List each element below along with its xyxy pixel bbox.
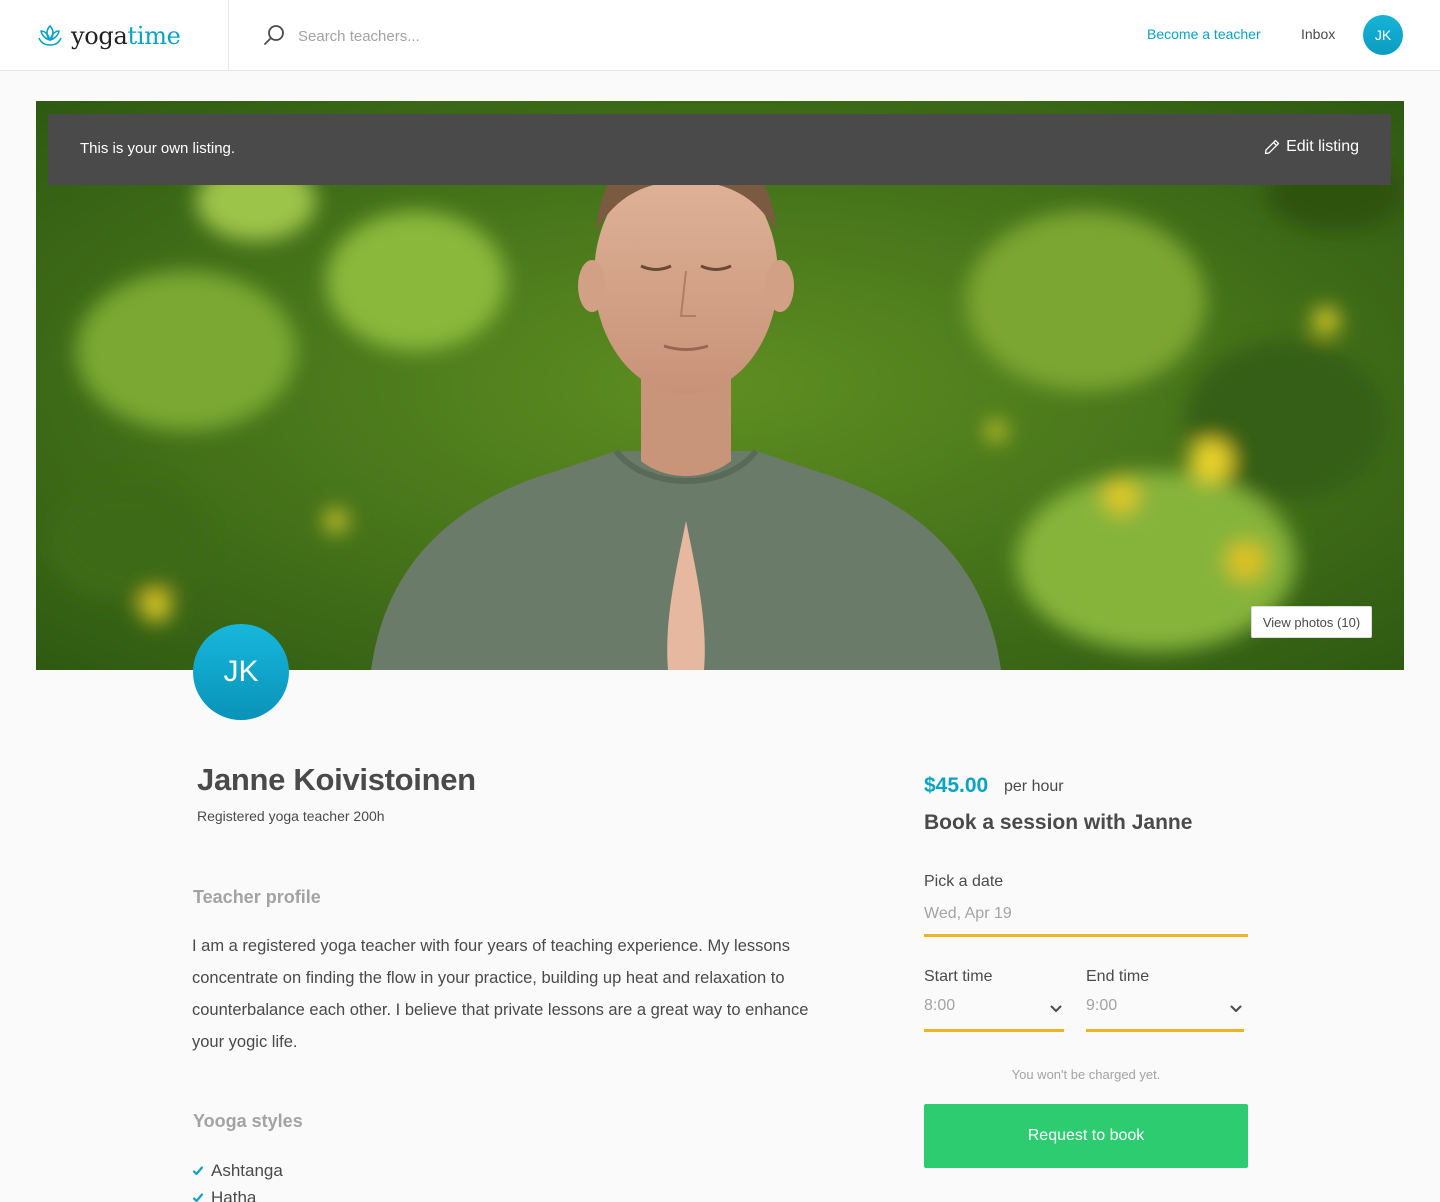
teacher-description: I am a registered yoga teacher with four… [192, 937, 809, 1051]
style-label: Ashtanga [211, 1160, 283, 1180]
end-time-label: End time [1086, 968, 1150, 985]
end-time-select[interactable]: 9:00 [1086, 997, 1244, 1032]
check-icon [192, 1192, 204, 1202]
chevron-down-icon [1230, 1005, 1242, 1012]
chevron-down-icon [1050, 1005, 1062, 1012]
hero-photo [36, 101, 1404, 670]
pencil-icon [1264, 139, 1280, 155]
search-input[interactable] [298, 22, 798, 50]
list-item: Hatha [192, 1184, 283, 1202]
charge-note: You won't be charged yet. [1011, 1067, 1161, 1082]
list-item: Ashtanga [192, 1157, 283, 1184]
top-bar: yogatime Become a teacher Inbox JK [0, 0, 1440, 71]
edit-listing-link[interactable]: Edit listing [1264, 138, 1359, 156]
teacher-avatar: JK [193, 624, 289, 720]
date-input[interactable]: Wed, Apr 19 [924, 900, 1248, 937]
request-to-book-button[interactable]: Request to book [924, 1104, 1248, 1168]
yoga-styles-list: Ashtanga Hatha [192, 1157, 283, 1202]
edit-listing-label: Edit listing [1286, 138, 1359, 155]
start-time-value: 8:00 [924, 997, 956, 1014]
start-time-label: Start time [924, 968, 993, 985]
price: $45.00 [924, 774, 989, 797]
logo-text: yogatime [71, 22, 181, 50]
yoga-styles-title: Yooga styles [193, 1111, 303, 1131]
logo[interactable]: yogatime [36, 18, 181, 54]
date-label: Pick a date [924, 873, 1004, 890]
divider [228, 0, 229, 71]
search-icon[interactable] [262, 23, 286, 47]
teacher-profile-title: Teacher profile [193, 887, 321, 907]
view-photos-button[interactable]: View photos (10) [1251, 606, 1372, 638]
lotus-icon [38, 25, 62, 46]
hero-image: This is your own listing. Edit listing V… [36, 101, 1404, 670]
become-teacher-link[interactable]: Become a teacher [1147, 26, 1261, 42]
own-listing-bar: This is your own listing. Edit listing [48, 114, 1391, 185]
style-label: Hatha [211, 1187, 257, 1202]
price-unit: per hour [1004, 778, 1064, 795]
user-avatar[interactable]: JK [1363, 15, 1403, 55]
booking-title: Book a session with Janne [924, 811, 1193, 834]
teacher-name: Janne Koivistoinen [197, 762, 476, 797]
teacher-subtitle: Registered yoga teacher 200h [197, 808, 385, 824]
end-time-value: 9:00 [1086, 997, 1118, 1014]
check-icon [192, 1165, 204, 1175]
inbox-link[interactable]: Inbox [1301, 26, 1335, 42]
start-time-select[interactable]: 8:00 [924, 997, 1064, 1032]
own-listing-text: This is your own listing. [80, 140, 236, 157]
